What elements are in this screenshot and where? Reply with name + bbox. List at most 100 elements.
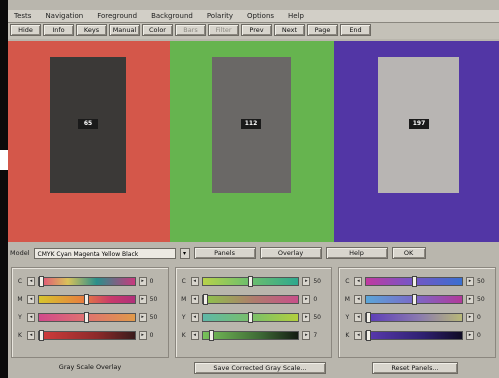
- slider-thumb[interactable]: [366, 330, 372, 341]
- gray-scale-overlay-label: Gray Scale Overlay: [58, 363, 122, 371]
- model-label: Model: [10, 249, 30, 257]
- slider-thumb[interactable]: [84, 294, 90, 305]
- next-button[interactable]: Next: [274, 24, 305, 36]
- channel-value: 50: [477, 296, 485, 303]
- chevron-left-icon[interactable]: ◂: [27, 331, 35, 340]
- menu-background[interactable]: Background: [145, 12, 201, 20]
- chevron-right-icon[interactable]: ▸: [138, 277, 147, 286]
- color-panel-green[interactable]: 112: [170, 41, 334, 242]
- color-slider[interactable]: [38, 312, 136, 323]
- color-slider[interactable]: [365, 312, 464, 323]
- bezel-highlight: [0, 150, 8, 170]
- chevron-left-icon[interactable]: ◂: [190, 331, 199, 340]
- chevron-right-icon[interactable]: ▸: [466, 277, 475, 286]
- bars-button[interactable]: Bars: [175, 24, 206, 36]
- channel-label: M: [17, 296, 23, 303]
- slider-thumb[interactable]: [366, 312, 372, 323]
- chevron-left-icon[interactable]: ◂: [354, 295, 363, 304]
- chevron-right-icon[interactable]: ▸: [302, 313, 311, 322]
- manual-button[interactable]: Manual: [109, 24, 140, 36]
- chevron-right-icon[interactable]: ▸: [138, 295, 147, 304]
- slider-thumb[interactable]: [202, 294, 208, 305]
- filter-button[interactable]: Filter: [208, 24, 239, 36]
- chevron-left-icon[interactable]: ◂: [190, 295, 199, 304]
- menu-options[interactable]: Options: [241, 12, 282, 20]
- chevron-right-icon[interactable]: ▸: [302, 331, 311, 340]
- slider-thumb[interactable]: [39, 330, 44, 341]
- chevron-left-icon[interactable]: ◂: [190, 277, 199, 286]
- info-button[interactable]: Info: [43, 24, 74, 36]
- slider-row: K ◂ ▸ 0: [343, 330, 491, 341]
- color-slider[interactable]: [38, 294, 136, 305]
- chevron-right-icon[interactable]: ▸: [466, 313, 475, 322]
- slider-thumb[interactable]: [248, 276, 253, 287]
- chevron-left-icon[interactable]: ◂: [27, 295, 35, 304]
- menu-navigation[interactable]: Navigation: [39, 12, 91, 20]
- slider-row: M ◂ ▸ 50: [16, 294, 164, 305]
- chevron-left-icon[interactable]: ◂: [27, 313, 35, 322]
- color-button[interactable]: Color: [142, 24, 173, 36]
- end-button[interactable]: End: [340, 24, 371, 36]
- color-slider[interactable]: [38, 330, 136, 341]
- chevron-left-icon[interactable]: ◂: [190, 313, 199, 322]
- chevron-right-icon[interactable]: ▸: [138, 331, 147, 340]
- application-window: Tests Navigation Foreground Background P…: [8, 0, 499, 378]
- chevron-left-icon[interactable]: ◂: [354, 313, 363, 322]
- slider-row: C ◂ ▸ 50: [180, 276, 328, 287]
- color-slider[interactable]: [365, 276, 464, 287]
- chevron-right-icon[interactable]: ▸: [302, 277, 311, 286]
- slider-row: M ◂ ▸ 0: [180, 294, 328, 305]
- channel-label: M: [344, 296, 350, 303]
- color-slider[interactable]: [201, 276, 300, 287]
- slider-group-2: C ◂ ▸ 50 M ◂ ▸ 0 Y ◂ ▸ 50 K ◂ ▸ 7: [174, 267, 333, 358]
- prev-button[interactable]: Prev: [241, 24, 272, 36]
- chevron-left-icon[interactable]: ◂: [27, 277, 35, 286]
- chevron-right-icon[interactable]: ▸: [302, 295, 311, 304]
- chevron-left-icon[interactable]: ◂: [354, 331, 363, 340]
- slider-thumb[interactable]: [208, 330, 214, 341]
- menu-polarity[interactable]: Polarity: [201, 12, 241, 20]
- screen-bezel: [0, 0, 8, 378]
- slider-row: Y ◂ ▸ 0: [343, 312, 491, 323]
- menu-help[interactable]: Help: [282, 12, 312, 20]
- save-gray-scale-button[interactable]: Save Corrected Gray Scale...: [194, 362, 326, 374]
- color-slider[interactable]: [365, 294, 464, 305]
- swatch-value: 197: [409, 119, 429, 129]
- overlay-button[interactable]: Overlay: [259, 247, 322, 259]
- color-slider[interactable]: [365, 330, 464, 341]
- chevron-right-icon[interactable]: ▸: [466, 331, 475, 340]
- color-slider[interactable]: [38, 276, 136, 287]
- keys-button[interactable]: Keys: [76, 24, 107, 36]
- color-panel-red[interactable]: 65: [8, 41, 170, 242]
- slider-groups: C ◂ ▸ 0 M ◂ ▸ 50 Y ◂ ▸ 50 K ◂ ▸ 0 C ◂ ▸ 50 M ◂ ▸ 0 Y ◂ ▸ 50 K ◂ ▸ 7 C ◂…: [8, 267, 499, 359]
- slider-thumb[interactable]: [39, 276, 44, 287]
- slider-thumb[interactable]: [248, 312, 253, 323]
- hide-button[interactable]: Hide: [10, 24, 41, 36]
- chevron-right-icon[interactable]: ▸: [138, 313, 147, 322]
- channel-label: C: [17, 278, 23, 285]
- chevron-left-icon[interactable]: ◂: [354, 277, 363, 286]
- ok-button[interactable]: OK: [391, 247, 426, 259]
- menu-foreground[interactable]: Foreground: [91, 12, 145, 20]
- page-button[interactable]: Page: [307, 24, 338, 36]
- panels-button[interactable]: Panels: [193, 247, 256, 259]
- slider-thumb[interactable]: [84, 312, 90, 323]
- chevron-right-icon[interactable]: ▸: [466, 295, 475, 304]
- gray-swatch: 112: [212, 57, 291, 193]
- slider-group-1: C ◂ ▸ 0 M ◂ ▸ 50 Y ◂ ▸ 50 K ◂ ▸ 0: [11, 267, 169, 358]
- channel-label: K: [345, 332, 350, 339]
- model-select[interactable]: CMYK Cyan Magenta Yellow Black: [33, 247, 176, 259]
- slider-thumb[interactable]: [411, 276, 417, 287]
- slider-thumb[interactable]: [411, 294, 417, 305]
- channel-value: 0: [149, 278, 154, 285]
- help-button[interactable]: Help: [325, 247, 388, 259]
- reset-panels-button[interactable]: Reset Panels...: [372, 362, 458, 374]
- chevron-down-icon[interactable]: ▾: [179, 247, 190, 259]
- color-slider[interactable]: [201, 330, 300, 341]
- channel-label: K: [18, 332, 22, 339]
- color-slider[interactable]: [201, 312, 300, 323]
- color-panels: 65 112 197: [8, 41, 499, 242]
- color-panel-blue[interactable]: 197: [334, 41, 499, 242]
- color-slider[interactable]: [201, 294, 300, 305]
- menu-tests[interactable]: Tests: [8, 12, 39, 20]
